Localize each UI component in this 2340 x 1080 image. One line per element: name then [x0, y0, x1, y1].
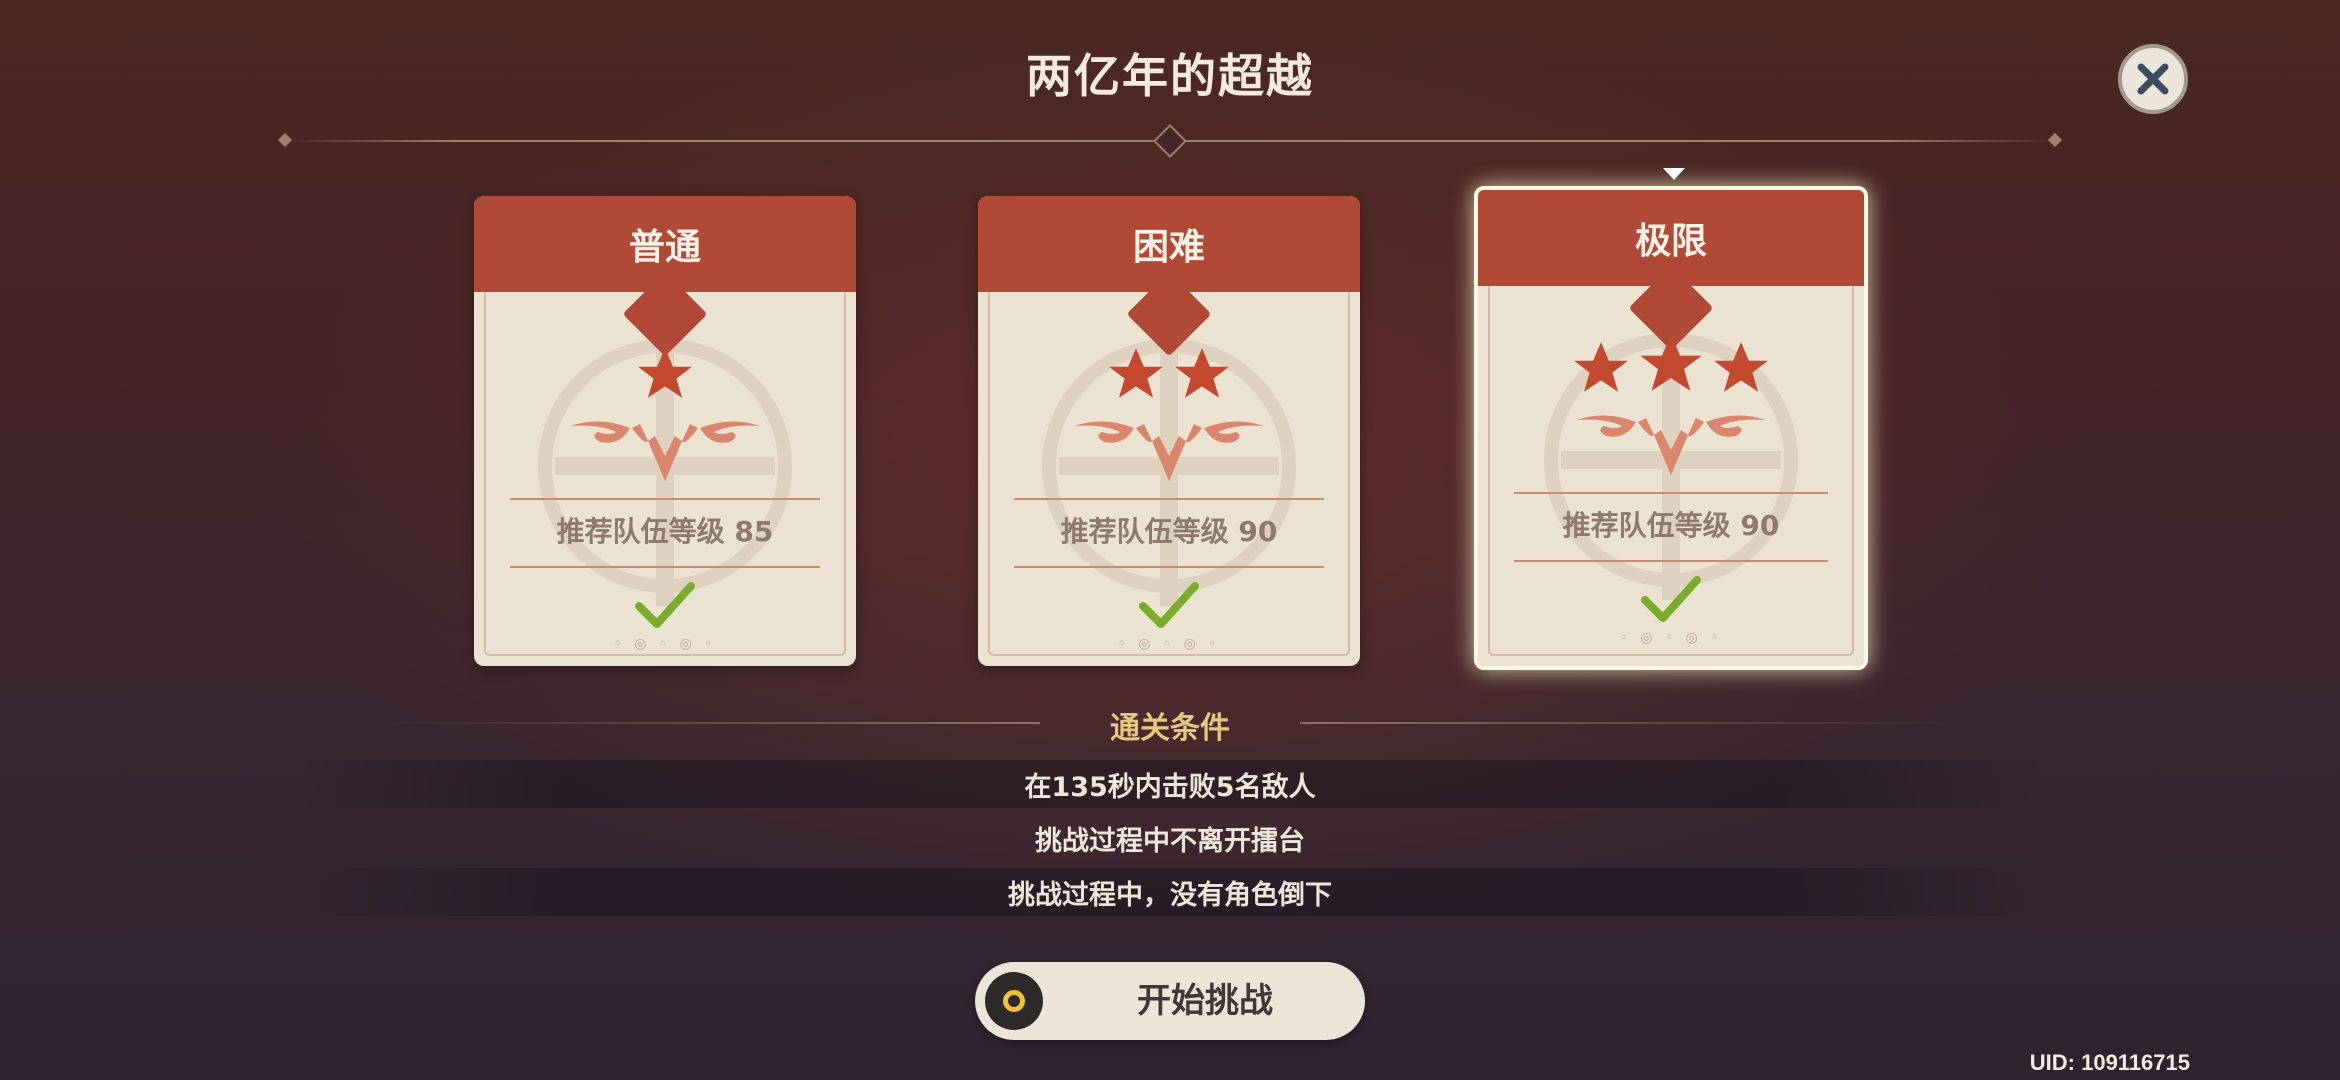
- star-icon: [1714, 342, 1768, 392]
- title-divider: [277, 124, 2063, 158]
- divider: [510, 566, 820, 568]
- difficulty-name: 困难: [978, 196, 1360, 292]
- difficulty-card[interactable]: 困难推荐队伍等级 90 ◦ ◎ ◦ ◎ ◦: [978, 196, 1360, 666]
- recommended-level: 推荐队伍等级 90: [1060, 515, 1278, 548]
- divider: [1014, 566, 1324, 568]
- recommended-level: 推荐队伍等级 90: [1562, 509, 1780, 542]
- decorative-glyphs: ◦ ◎ ◦ ◎ ◦: [613, 636, 717, 652]
- page-title: 两亿年的超越: [1026, 49, 1314, 103]
- divider: [510, 498, 820, 500]
- checkmark-icon: [635, 582, 695, 628]
- gamepad-button-icon: [985, 972, 1043, 1030]
- star-icon: [1175, 348, 1229, 398]
- star-icon: [638, 348, 692, 398]
- star-rating: [1478, 328, 1864, 398]
- checkmark-icon: [1139, 582, 1199, 628]
- condition-item: 挑战过程中，没有角色倒下: [300, 868, 2040, 916]
- close-icon: [2137, 63, 2169, 95]
- difficulty-name: 普通: [474, 196, 856, 292]
- difficulty-card[interactable]: 极限推荐队伍等级 90 ◦ ◎ ◦ ◎ ◦: [1474, 186, 1868, 670]
- start-challenge-label: 开始挑战: [1137, 981, 1273, 1021]
- ornament-emblem-icon: [570, 421, 760, 481]
- start-challenge-button[interactable]: 开始挑战: [975, 962, 1365, 1040]
- star-rating: [474, 334, 856, 404]
- star-icon: [1640, 334, 1702, 391]
- condition-item: 挑战过程中不离开擂台: [1035, 825, 1305, 857]
- difficulty-card[interactable]: 普通推荐队伍等级 85 ◦ ◎ ◦ ◎ ◦: [474, 196, 856, 666]
- uid-label: UID: 109116715: [2029, 1050, 2190, 1075]
- condition-item: 在135秒内击败5名敌人: [300, 760, 2040, 808]
- recommended-level: 推荐队伍等级 85: [556, 515, 774, 548]
- decorative-glyphs: ◦ ◎ ◦ ◎ ◦: [1619, 630, 1723, 646]
- close-button[interactable]: [2118, 44, 2188, 114]
- difficulty-name: 极限: [1478, 190, 1864, 286]
- ornament-emblem-icon: [1074, 421, 1264, 481]
- star-icon: [1109, 348, 1163, 398]
- decorative-glyphs: ◦ ◎ ◦ ◎ ◦: [1117, 636, 1221, 652]
- divider: [1514, 492, 1828, 494]
- conditions-title: 通关条件: [1110, 711, 1230, 746]
- divider: [1014, 498, 1324, 500]
- ornament-emblem-icon: [1576, 415, 1766, 475]
- selected-indicator-icon: [1663, 168, 1685, 180]
- divider: [1514, 560, 1828, 562]
- checkmark-icon: [1641, 576, 1701, 622]
- star-icon: [1574, 342, 1628, 392]
- star-rating: [978, 334, 1360, 404]
